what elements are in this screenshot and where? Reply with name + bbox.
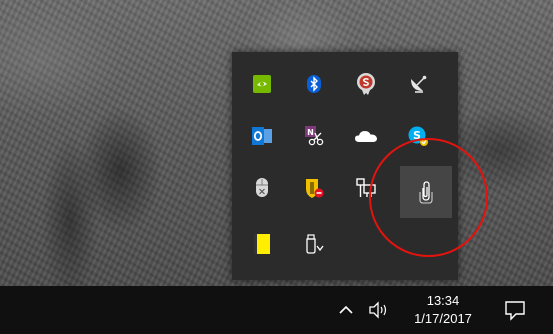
nvidia-icon[interactable] [236,58,288,110]
notification-icon[interactable] [498,292,532,328]
skype-icon[interactable]: S [392,110,444,162]
security-shield-icon[interactable] [288,162,340,214]
onedrive-icon[interactable] [340,110,392,162]
onenote-clip-icon[interactable]: N [288,110,340,162]
notification-area-overflow: N S [232,52,458,280]
paperclip-icon[interactable] [400,166,452,218]
seal-s-icon[interactable] [340,58,392,110]
svg-text:N: N [307,128,314,137]
satellite-dish-icon[interactable] [392,58,444,110]
outlook-icon[interactable] [236,110,288,162]
sticky-note-icon[interactable] [236,218,288,270]
bluetooth-icon[interactable] [288,58,340,110]
usb-eject-icon[interactable] [288,218,340,270]
volume-icon[interactable] [364,296,394,324]
svg-text:S: S [413,129,421,142]
clock-date: 1/17/2017 [414,311,472,326]
network-icon[interactable] [340,162,392,214]
clock-time: 13:34 [426,293,460,308]
chevron-up-icon[interactable] [334,296,358,324]
clock[interactable]: 13:34 1/17/2017 [402,286,484,334]
mouse-icon[interactable] [236,162,288,214]
